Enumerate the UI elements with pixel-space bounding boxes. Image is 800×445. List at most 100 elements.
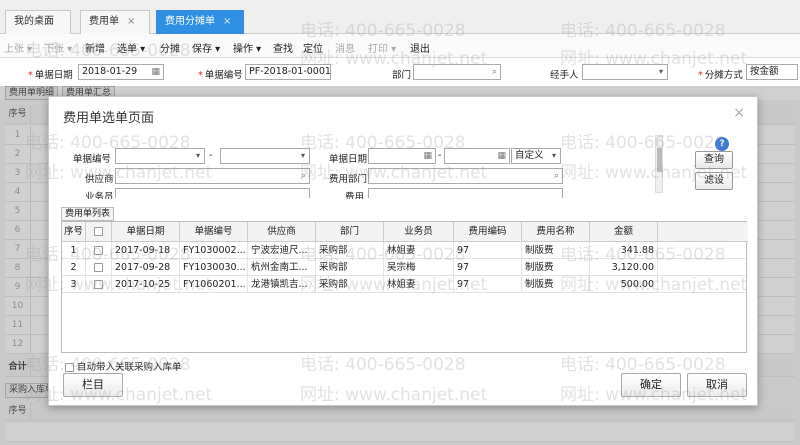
tab-expense-allocation[interactable]: 费用分摊单 ×: [156, 10, 244, 34]
row-select[interactable]: [86, 259, 112, 276]
row-supplier: 龙港镇凯吉...: [248, 276, 316, 293]
message-button[interactable]: 消息: [335, 40, 355, 55]
salesman-field[interactable]: [115, 188, 310, 198]
date-to-field[interactable]: ▦: [444, 148, 510, 164]
col-supplier[interactable]: 供应商: [248, 222, 316, 242]
col-select[interactable]: [86, 222, 112, 242]
query-button[interactable]: 查询: [695, 151, 733, 169]
row-checkbox[interactable]: [94, 280, 103, 289]
doc-no-label: 单据编号: [73, 154, 112, 165]
row-fee-name: 制版费: [522, 242, 590, 259]
row-select[interactable]: [86, 276, 112, 293]
doc-no-field[interactable]: PF-2018-01-0001: [245, 64, 331, 80]
row-checkbox[interactable]: [94, 263, 103, 272]
chevron-down-icon[interactable]: ▾: [552, 149, 556, 163]
chevron-down-icon[interactable]: ▾: [196, 149, 200, 163]
close-icon[interactable]: ×: [223, 16, 231, 27]
row-amount: 341.88: [590, 242, 658, 259]
calendar-icon[interactable]: ▦: [497, 149, 506, 163]
select-bill-dialog: 费用单选单页面 × 单据编号 ▾ - ▾ 供应商 ⌕ 业务员 单据日期 ▦ - …: [48, 96, 758, 406]
row-fee-code: 97: [454, 276, 522, 293]
row-seq: 1: [62, 242, 86, 259]
table-header: 序号 单据日期 单据编号 供应商 部门 业务员 费用编码 费用名称 金额: [62, 222, 748, 242]
row-checkbox[interactable]: [94, 246, 103, 255]
row-date: 2017-10-25: [112, 276, 180, 293]
expense-dept-field[interactable]: ⌕: [368, 168, 563, 184]
print-button[interactable]: 打印 ▾: [368, 40, 396, 55]
search-icon[interactable]: ⌕: [301, 169, 306, 183]
auto-link-option[interactable]: 自动带入关联采购入库单: [65, 359, 182, 373]
save-button[interactable]: 保存 ▾: [192, 40, 220, 55]
row-date: 2017-09-18: [112, 242, 180, 259]
find-button[interactable]: 查找: [273, 40, 293, 55]
locate-button[interactable]: 定位: [303, 40, 323, 55]
col-doc-no[interactable]: 单据编号: [180, 222, 248, 242]
col-salesman[interactable]: 业务员: [384, 222, 454, 242]
tab-bar: 我的桌面 费用单 × 费用分摊单 ×: [0, 0, 800, 34]
select-all-checkbox[interactable]: [94, 227, 103, 236]
chevron-down-icon[interactable]: ▾: [659, 65, 663, 79]
table-row[interactable]: 3 2017-10-25 FY1060201... 龙港镇凯吉... 采购部 林…: [62, 276, 748, 293]
row-doc-no: FY1030030...: [180, 259, 248, 276]
chevron-down-icon[interactable]: ▾: [301, 149, 305, 163]
filter-scrollbar[interactable]: [655, 135, 663, 193]
col-fee-name[interactable]: 费用名称: [522, 222, 590, 242]
range-separator: -: [438, 150, 442, 161]
row-supplier: 宁波宏迪尺...: [248, 242, 316, 259]
search-icon[interactable]: ⌕: [554, 169, 559, 183]
prev-button[interactable]: 上张 ▾: [4, 40, 32, 55]
handler-label: 经手人: [550, 70, 579, 81]
dept-field[interactable]: ⌕: [413, 64, 501, 80]
calendar-icon[interactable]: ▦: [423, 149, 432, 163]
expense-label: 费用: [345, 192, 365, 199]
doc-no-from-select[interactable]: ▾: [115, 148, 205, 164]
row-seq: 3: [62, 276, 86, 293]
col-fee-code[interactable]: 费用编码: [454, 222, 522, 242]
tab-expense-list[interactable]: 费用单列表: [61, 207, 115, 221]
dialog-title: 费用单选单页面: [63, 111, 155, 126]
col-date[interactable]: 单据日期: [112, 222, 180, 242]
new-button[interactable]: 新增: [85, 40, 105, 55]
scroll-thumb[interactable]: [657, 148, 662, 172]
supplier-field[interactable]: ⌕: [115, 168, 310, 184]
filter-settings-button[interactable]: 滤设: [695, 172, 733, 190]
tab-label: 费用单: [89, 16, 119, 27]
calendar-icon[interactable]: ▦: [151, 65, 160, 79]
doc-date-field[interactable]: 2018-01-29 ▦: [78, 64, 164, 80]
expense-field[interactable]: [368, 188, 563, 198]
allocate-button[interactable]: 分摊: [160, 40, 180, 55]
close-icon[interactable]: ×: [733, 105, 745, 121]
doc-no-to-select[interactable]: ▾: [220, 148, 310, 164]
operation-button[interactable]: 操作 ▾: [233, 40, 261, 55]
table-row[interactable]: 1 2017-09-18 FY1030002... 宁波宏迪尺... 采购部 林…: [62, 242, 748, 259]
date-range-select[interactable]: 自定义 ▾: [511, 148, 561, 164]
col-amount[interactable]: 金额: [590, 222, 658, 242]
close-icon[interactable]: ×: [127, 16, 135, 27]
date-from-field[interactable]: ▦: [368, 148, 436, 164]
tab-expense-bill[interactable]: 费用单 ×: [80, 10, 150, 34]
columns-button[interactable]: 栏目: [63, 373, 123, 397]
alloc-method-select[interactable]: 按金额: [746, 64, 798, 80]
auto-link-label: 自动带入关联采购入库单: [77, 362, 182, 373]
tab-label: 我的桌面: [14, 16, 54, 27]
cancel-button[interactable]: 取消: [687, 373, 747, 397]
row-amount: 500.00: [590, 276, 658, 293]
handler-field[interactable]: ▾: [582, 64, 668, 80]
ok-button[interactable]: 确定: [621, 373, 681, 397]
next-button[interactable]: 下张 ▾: [44, 40, 72, 55]
auto-link-checkbox[interactable]: [65, 363, 74, 372]
header-form: * 单据日期 2018-01-29 ▦ * 单据编号 PF-2018-01-0001 …: [0, 58, 800, 86]
col-dept[interactable]: 部门: [316, 222, 384, 242]
row-supplier: 杭州金南工...: [248, 259, 316, 276]
help-icon[interactable]: ?: [715, 137, 729, 151]
row-amount: 3,120.00: [590, 259, 658, 276]
doc-date-label: 单据日期: [329, 154, 368, 165]
exit-button[interactable]: 退出: [410, 40, 430, 55]
search-icon[interactable]: ⌕: [492, 65, 497, 79]
row-select[interactable]: [86, 242, 112, 259]
table-row[interactable]: 2 2017-09-28 FY1030030... 杭州金南工... 采购部 吴…: [62, 259, 748, 276]
row-dept: 采购部: [316, 242, 384, 259]
doc-date-label: * 单据日期: [28, 70, 73, 81]
select-bill-button[interactable]: 选单 ▾: [117, 40, 145, 55]
tab-my-desktop[interactable]: 我的桌面: [5, 10, 71, 34]
